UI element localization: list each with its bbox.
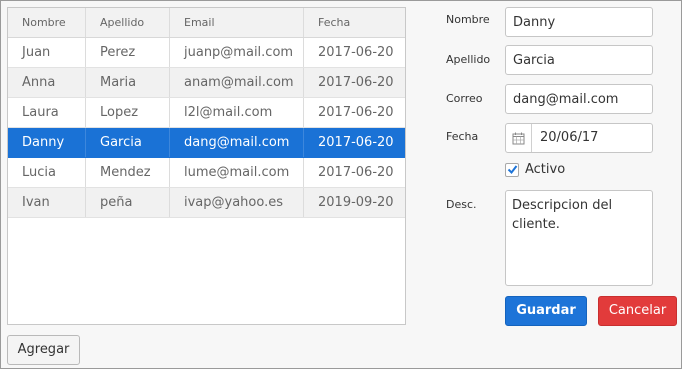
save-button[interactable]: Guardar	[505, 296, 587, 326]
fecha-value[interactable]: 20/06/17	[532, 124, 598, 152]
cell-apellido: Mendez	[86, 158, 170, 187]
fecha-date-picker[interactable]: 20/06/17	[505, 123, 653, 153]
cell-apellido: peña	[86, 188, 170, 217]
cell-fecha: 2017-06-20	[318, 135, 394, 150]
apellido-input[interactable]	[505, 45, 653, 75]
apellido-label: Apellido	[446, 53, 491, 66]
cell-fecha: 2017-06-20	[318, 105, 394, 120]
cell-email: anam@mail.com	[170, 68, 304, 97]
column-header-fecha[interactable]: Fecha	[304, 8, 405, 37]
cell-nombre: Laura	[8, 98, 86, 127]
column-header-nombre[interactable]: Nombre	[8, 8, 86, 37]
cell-nombre: Ivan	[8, 188, 86, 217]
column-header-email[interactable]: Email	[170, 8, 304, 37]
cancel-button[interactable]: Cancelar	[598, 296, 677, 326]
column-header-apellido[interactable]: Apellido	[86, 8, 170, 37]
calendar-icon[interactable]	[506, 124, 532, 152]
cell-email: l2l@mail.com	[170, 98, 304, 127]
cell-nombre: Anna	[8, 68, 86, 97]
activo-label: Activo	[525, 162, 566, 177]
activo-checkbox[interactable]: Activo	[505, 162, 565, 177]
cell-nombre: Danny	[8, 128, 86, 157]
cell-email: ivap@yahoo.es	[170, 188, 304, 217]
add-button[interactable]: Agregar	[7, 335, 80, 365]
table-row-selected[interactable]: Danny Garcia dang@mail.com 2017-06-20	[8, 128, 405, 158]
table-row[interactable]: Juan Perez juanp@mail.com 2017-06-20	[8, 38, 405, 68]
correo-input[interactable]	[505, 84, 653, 114]
customer-grid: Nombre Apellido Email Fecha Juan Perez j…	[7, 7, 406, 325]
fecha-label: Fecha	[446, 130, 479, 143]
table-row[interactable]: Ivan peña ivap@yahoo.es 2019-09-20	[8, 188, 405, 218]
nombre-label: Nombre	[446, 13, 490, 26]
cell-fecha: 2017-06-20	[318, 45, 394, 60]
cell-email: lume@mail.com	[170, 158, 304, 187]
desc-label: Desc.	[446, 198, 477, 211]
cell-fecha: 2019-09-20	[318, 195, 394, 210]
cell-email: dang@mail.com	[170, 128, 304, 157]
app-window: Nombre Apellido Email Fecha Juan Perez j…	[0, 0, 682, 369]
cell-apellido: Maria	[86, 68, 170, 97]
table-row[interactable]: Anna Maria anam@mail.com 2017-06-20	[8, 68, 405, 98]
nombre-input[interactable]	[505, 7, 653, 37]
cell-fecha: 2017-06-20	[318, 75, 394, 90]
checkmark-icon[interactable]	[505, 162, 519, 177]
cell-apellido: Garcia	[86, 128, 170, 157]
correo-label: Correo	[446, 92, 483, 105]
desc-textarea[interactable]: Descripcion del cliente.	[505, 190, 653, 286]
grid-header: Nombre Apellido Email Fecha	[8, 8, 405, 38]
cell-nombre: Juan	[8, 38, 86, 67]
cell-email: juanp@mail.com	[170, 38, 304, 67]
cell-apellido: Lopez	[86, 98, 170, 127]
cell-apellido: Perez	[86, 38, 170, 67]
cell-fecha: 2017-06-20	[318, 165, 394, 180]
table-row[interactable]: Lucia Mendez lume@mail.com 2017-06-20	[8, 158, 405, 188]
cell-nombre: Lucia	[8, 158, 86, 187]
table-row[interactable]: Laura Lopez l2l@mail.com 2017-06-20	[8, 98, 405, 128]
